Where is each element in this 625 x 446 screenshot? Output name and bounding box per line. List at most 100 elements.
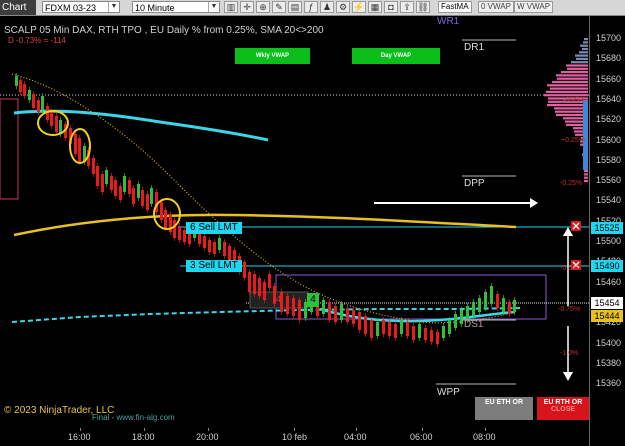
candle bbox=[340, 304, 343, 320]
candle bbox=[513, 300, 516, 312]
candle bbox=[110, 176, 113, 190]
candle bbox=[150, 188, 153, 204]
time-tick-mark bbox=[80, 428, 81, 431]
candle bbox=[424, 328, 427, 340]
candle bbox=[436, 332, 439, 344]
candle bbox=[394, 324, 397, 338]
profile-bar bbox=[547, 84, 588, 87]
candle bbox=[442, 326, 445, 338]
profile-poc-bar bbox=[583, 100, 588, 170]
profile-bar bbox=[583, 41, 588, 44]
time-tick-label: 08:00 bbox=[473, 432, 496, 442]
day-vwap-button[interactable]: Day VWAP bbox=[352, 48, 440, 64]
profile-bar bbox=[561, 71, 588, 74]
time-tick-mark bbox=[294, 428, 295, 431]
share-icon[interactable]: ⇪ bbox=[400, 1, 414, 13]
candle bbox=[248, 272, 251, 292]
draw-tools-icon[interactable]: ✎ bbox=[272, 1, 286, 13]
candle bbox=[74, 134, 77, 154]
candle bbox=[502, 298, 505, 312]
ds1-label: DS1 bbox=[464, 319, 484, 330]
eu-eth-or-label: EU ETH OR bbox=[484, 399, 524, 406]
profile-bar bbox=[579, 51, 588, 54]
eu-rth-or-label: EU RTH OR bbox=[543, 399, 583, 406]
instrument-selector[interactable]: FDXM 03-23 ▼ bbox=[42, 1, 120, 13]
profile-bar bbox=[571, 61, 588, 64]
price-tick-label: 15500 bbox=[596, 236, 622, 246]
candle bbox=[92, 158, 95, 174]
candle bbox=[223, 242, 226, 256]
profile-bar bbox=[547, 104, 588, 107]
candle bbox=[406, 322, 409, 336]
volume-profile bbox=[544, 38, 588, 183]
dpp-label: DPP bbox=[464, 178, 485, 189]
candle bbox=[37, 100, 40, 112]
candle bbox=[430, 330, 433, 342]
candle bbox=[96, 166, 99, 186]
price-tick-label: 15580 bbox=[596, 154, 622, 165]
pct-label: -0.25% bbox=[563, 97, 585, 104]
profile-bar bbox=[584, 38, 588, 41]
position-marker[interactable]: 4 bbox=[307, 293, 319, 307]
link-icon[interactable]: ⛓ bbox=[416, 1, 430, 13]
0-vwap-button[interactable]: 0 VWAP bbox=[478, 1, 514, 13]
time-tick-mark bbox=[485, 428, 486, 431]
candle bbox=[298, 300, 301, 320]
price-chart-panel[interactable]: -0.25% +0.25% -0.25% -0.5% -0.75% -1.0% … bbox=[0, 16, 625, 446]
candle bbox=[218, 238, 221, 250]
cancel-order-6-icon[interactable] bbox=[571, 221, 581, 231]
candle bbox=[400, 320, 403, 334]
candle bbox=[41, 96, 44, 110]
candle bbox=[334, 306, 337, 322]
bar-type-icon[interactable]: ▥ bbox=[224, 1, 238, 13]
candle bbox=[28, 90, 31, 100]
candle bbox=[213, 242, 216, 254]
chart-tab[interactable]: Chart bbox=[0, 0, 36, 15]
template-icon[interactable]: ▤ bbox=[288, 1, 302, 13]
pct-label: -1.0% bbox=[560, 350, 578, 357]
profile-bar bbox=[554, 107, 588, 110]
candle bbox=[123, 176, 126, 192]
price-tag-order-6: 15525 bbox=[591, 222, 623, 234]
profile-bar bbox=[556, 74, 588, 77]
time-tick-mark bbox=[422, 428, 423, 431]
eu-rth-close-label: CLOSE bbox=[550, 406, 576, 413]
price-tick-label: 15700 bbox=[596, 33, 622, 43]
w-vwap-button[interactable]: W VWAP bbox=[514, 1, 554, 13]
sell-limit-order-3[interactable]: 3 Sell LMT bbox=[186, 260, 242, 272]
chart-trader-icon[interactable]: ⚡ bbox=[352, 1, 366, 13]
profile-bar bbox=[582, 47, 588, 51]
interval-selector[interactable]: 10 Minute ▼ bbox=[132, 1, 220, 13]
properties-icon[interactable]: ⚙ bbox=[336, 1, 350, 13]
fastma-button[interactable]: FastMA bbox=[438, 1, 472, 13]
crosshair-icon[interactable]: ✛ bbox=[240, 1, 254, 13]
candle bbox=[164, 210, 167, 228]
time-tick-label: 04:00 bbox=[344, 432, 367, 442]
candle bbox=[322, 300, 325, 314]
candle bbox=[466, 306, 469, 320]
strategy-icon[interactable]: ♟ bbox=[320, 1, 334, 13]
interval-value: 10 Minute bbox=[135, 3, 175, 13]
position-quantity: -4 bbox=[273, 294, 282, 304]
eu-rth-or-button[interactable]: EU RTH OR CLOSE bbox=[537, 397, 589, 420]
candle bbox=[101, 174, 104, 192]
zoom-icon[interactable]: ⊕ bbox=[256, 1, 270, 13]
candle bbox=[346, 308, 349, 322]
sell-limit-order-6[interactable]: 6 Sell LMT bbox=[186, 222, 242, 234]
candle bbox=[352, 310, 355, 324]
price-tag-vwap: 15444 bbox=[591, 310, 623, 322]
eu-eth-or-button[interactable]: EU ETH OR bbox=[475, 397, 533, 420]
profile-bar bbox=[566, 64, 588, 67]
profile-bar bbox=[580, 44, 588, 47]
chevron-down-icon: ▼ bbox=[208, 2, 219, 12]
candle bbox=[178, 226, 181, 240]
price-tick-label: 15560 bbox=[596, 175, 622, 186]
candle bbox=[173, 220, 176, 238]
snapshot-icon[interactable]: ◘ bbox=[384, 1, 398, 13]
candle bbox=[105, 170, 108, 184]
indicators-icon[interactable]: ƒ bbox=[304, 1, 318, 13]
wkly-vwap-button[interactable]: Wkly VWAP bbox=[235, 48, 310, 64]
pct-label: -0.75% bbox=[558, 306, 580, 313]
profile-bar bbox=[584, 176, 588, 179]
data-box-icon[interactable]: ▦ bbox=[368, 1, 382, 13]
